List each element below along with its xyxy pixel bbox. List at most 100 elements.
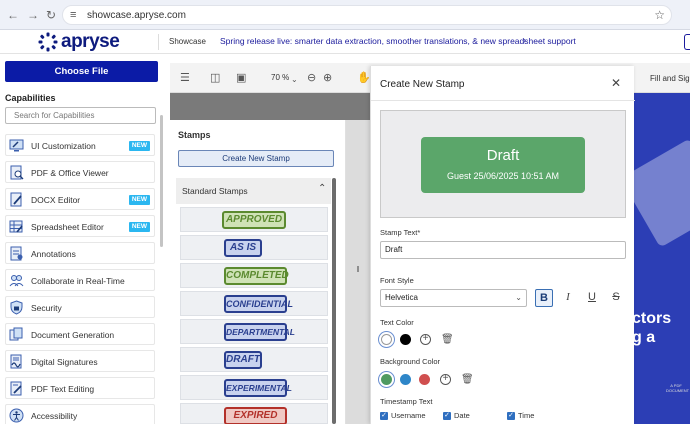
stamp-item[interactable]: DEPARTMENTAL bbox=[180, 319, 328, 344]
modal-title: Create New Stamp bbox=[380, 79, 465, 90]
stamp-preview-text: Draft bbox=[486, 147, 520, 164]
stamp-departmental: DEPARTMENTAL bbox=[224, 323, 295, 341]
document-generation-icon bbox=[9, 327, 23, 341]
time-checkbox[interactable]: ✓ bbox=[507, 412, 515, 420]
date-checkbox-label: Date bbox=[454, 411, 470, 420]
capabilities-search-input[interactable]: Search for Capabilities bbox=[5, 107, 156, 124]
sidebar-item-accessibility[interactable]: Accessibility bbox=[5, 404, 155, 424]
sidebar-item-document-generation[interactable]: Document Generation bbox=[5, 323, 155, 345]
page-view-icon[interactable]: ▣ bbox=[236, 72, 246, 84]
logo-wordmark: apryse bbox=[61, 31, 120, 52]
stamp-confidential: CONFIDENTIAL bbox=[224, 295, 293, 313]
document-page[interactable]: ctors g a A PDF DOCUMENT bbox=[630, 93, 690, 424]
text-color-black[interactable] bbox=[400, 334, 411, 345]
stamp-item[interactable]: COMPLETED bbox=[180, 263, 328, 288]
page-caption: A PDF DOCUMENT bbox=[666, 383, 690, 393]
text-edit-icon bbox=[10, 381, 22, 396]
bg-color-red[interactable] bbox=[419, 374, 430, 385]
chevron-right-icon[interactable]: › bbox=[523, 35, 526, 45]
accessibility-icon bbox=[9, 408, 24, 423]
create-new-stamp-modal: Create New Stamp ✕ Draft Guest 25/06/202… bbox=[370, 66, 635, 424]
background-color-label: Background Color bbox=[380, 357, 441, 366]
chevron-up-icon[interactable]: ⌃ bbox=[318, 183, 326, 194]
document-viewer-icon bbox=[10, 165, 24, 180]
stamp-preview-subtext: Guest 25/06/2025 10:51 AM bbox=[446, 171, 560, 181]
drag-handle-icon[interactable]: ‖ bbox=[346, 265, 370, 274]
site-header: apryse Showcase Spring release live: sma… bbox=[0, 30, 690, 54]
address-bar[interactable]: ≡ showcase.apryse.com ☆ bbox=[62, 5, 672, 25]
standard-stamps-header[interactable]: Standard Stamps ⌃ bbox=[176, 178, 331, 204]
zoom-level[interactable]: 70 % bbox=[271, 73, 289, 82]
annotation-icon bbox=[10, 246, 23, 261]
modal-divider bbox=[371, 100, 635, 101]
zoom-out-icon[interactable]: ⊖ bbox=[307, 72, 316, 84]
page-heading-fragment: ctors bbox=[632, 310, 672, 327]
stamp-item[interactable]: EXPIRED bbox=[180, 403, 328, 424]
panel-toggle-icon[interactable]: ◫ bbox=[210, 72, 220, 84]
showcase-label: Showcase bbox=[169, 37, 206, 46]
stamp-item[interactable]: EXPERIMENTAL bbox=[180, 375, 328, 400]
pan-hand-icon[interactable]: ✋ bbox=[357, 72, 371, 84]
sidebar-item-pdf-office-viewer[interactable]: PDF & Office Viewer bbox=[5, 161, 155, 183]
stamp-as-is: AS IS bbox=[224, 239, 262, 257]
sidebar-item-docx-editor[interactable]: DOCX Editor NEW bbox=[5, 188, 155, 210]
choose-file-button[interactable]: Choose File bbox=[5, 61, 158, 82]
zoom-in-icon[interactable]: ⊕ bbox=[323, 72, 332, 84]
username-checkbox-label: Username bbox=[391, 411, 426, 420]
sidebar-item-spreadsheet-editor[interactable]: Spreadsheet Editor NEW bbox=[5, 215, 155, 237]
collaborate-icon bbox=[9, 275, 24, 287]
menu-icon[interactable]: ☰ bbox=[180, 72, 190, 84]
add-color-icon[interactable]: + bbox=[440, 374, 451, 385]
header-divider bbox=[158, 34, 159, 50]
reload-icon[interactable]: ↻ bbox=[44, 8, 58, 22]
username-checkbox[interactable]: ✓ bbox=[380, 412, 388, 420]
stamp-item[interactable]: CONFIDENTIAL bbox=[180, 291, 328, 316]
stamps-title: Stamps bbox=[178, 130, 211, 140]
stamp-item[interactable]: AS IS bbox=[180, 235, 328, 260]
sidebar-item-annotations[interactable]: Annotations bbox=[5, 242, 155, 264]
stamps-panel: Stamps Create New Stamp Standard Stamps … bbox=[170, 120, 346, 424]
italic-button[interactable]: I bbox=[559, 289, 577, 307]
panel-resize-handle[interactable]: ‖ bbox=[346, 120, 370, 424]
spreadsheet-icon bbox=[9, 220, 23, 233]
site-settings-icon[interactable]: ≡ bbox=[70, 9, 76, 21]
stamp-item[interactable]: APPROVED bbox=[180, 207, 328, 232]
sidebar-item-pdf-text-editing[interactable]: PDF Text Editing bbox=[5, 377, 155, 399]
font-select[interactable]: Helvetica ⌄ bbox=[380, 289, 527, 307]
stamp-item[interactable]: DRAFT bbox=[180, 347, 328, 372]
back-icon[interactable]: ← bbox=[6, 8, 20, 22]
sidebar-scrollbar[interactable] bbox=[160, 115, 163, 247]
docx-edit-icon bbox=[10, 192, 22, 207]
add-color-icon[interactable]: + bbox=[420, 334, 431, 345]
sidebar-item-digital-signatures[interactable]: Digital Signatures bbox=[5, 350, 155, 372]
underline-button[interactable]: U bbox=[583, 289, 601, 307]
sidebar-item-ui-customization[interactable]: UI Customization NEW bbox=[5, 134, 155, 156]
new-badge: NEW bbox=[128, 195, 150, 205]
capabilities-sidebar: Choose File Capabilities Search for Capa… bbox=[0, 55, 163, 424]
date-checkbox[interactable]: ✓ bbox=[443, 412, 451, 420]
close-icon[interactable]: ✕ bbox=[611, 77, 621, 89]
tab-fill-and-sign[interactable]: Fill and Sign bbox=[650, 74, 690, 83]
stamps-scrollbar[interactable] bbox=[332, 178, 336, 424]
trash-icon[interactable]: 🗑 bbox=[461, 374, 474, 385]
page-heading-fragment: g a bbox=[632, 329, 656, 346]
stamp-text-input[interactable]: Draft bbox=[380, 241, 626, 259]
stamp-text-label: Stamp Text* bbox=[380, 228, 421, 237]
bold-button[interactable]: B bbox=[535, 289, 553, 307]
bookmark-star-icon[interactable]: ☆ bbox=[654, 8, 665, 22]
trash-icon[interactable]: 🗑 bbox=[441, 334, 454, 345]
text-color-white[interactable] bbox=[381, 334, 392, 345]
create-new-stamp-button[interactable]: Create New Stamp bbox=[178, 150, 334, 167]
bg-color-green[interactable] bbox=[381, 374, 392, 385]
sidebar-item-security[interactable]: Security bbox=[5, 296, 155, 318]
strikethrough-button[interactable]: S bbox=[607, 289, 625, 307]
sidebar-item-collaborate[interactable]: Collaborate in Real-Time bbox=[5, 269, 155, 291]
monitor-edit-icon bbox=[9, 139, 24, 152]
chevron-down-icon: ⌄ bbox=[515, 293, 522, 302]
stamp-preview: Draft Guest 25/06/2025 10:51 AM bbox=[380, 110, 626, 218]
bg-color-blue[interactable] bbox=[400, 374, 411, 385]
forward-icon[interactable]: → bbox=[26, 8, 40, 22]
header-action-button[interactable] bbox=[684, 34, 690, 50]
chevron-down-icon[interactable]: ⌄ bbox=[291, 74, 298, 86]
stamp-experimental: EXPERIMENTAL bbox=[224, 379, 292, 397]
